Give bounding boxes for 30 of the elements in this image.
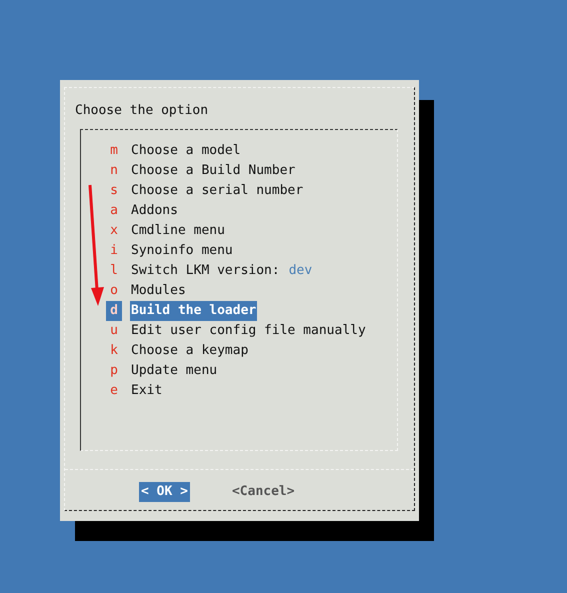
dialog-button[interactable]: <Cancel> bbox=[230, 482, 297, 502]
menu-item[interactable]: Choose a Build Number bbox=[130, 161, 296, 181]
menu-item[interactable]: Exit bbox=[130, 381, 164, 401]
menu-item[interactable]: Choose a serial number bbox=[130, 181, 304, 201]
hotkey: m bbox=[109, 142, 119, 160]
menu-item[interactable]: Switch LKM version: bbox=[130, 261, 281, 281]
hotkey: s bbox=[109, 182, 119, 200]
hotkey: n bbox=[109, 162, 119, 180]
hotkey: o bbox=[109, 282, 119, 300]
hotkey: k bbox=[109, 342, 119, 360]
hotkey: e bbox=[109, 382, 119, 400]
menu-item[interactable]: Synoinfo menu bbox=[130, 241, 234, 261]
hotkey: a bbox=[109, 202, 119, 220]
hotkey: x bbox=[109, 222, 119, 240]
dialog-button[interactable]: < OK > bbox=[139, 482, 190, 502]
menu-item[interactable]: Cmdline menu bbox=[130, 221, 226, 241]
hotkey: u bbox=[109, 322, 119, 340]
menu-item[interactable]: Choose a model bbox=[130, 141, 242, 161]
hotkey: d bbox=[106, 301, 122, 321]
menu-item[interactable]: Update menu bbox=[130, 361, 218, 381]
menu-item[interactable]: Modules bbox=[130, 281, 187, 301]
dialog-title: Choose the option bbox=[74, 102, 208, 120]
hotkey: i bbox=[109, 242, 119, 260]
menu-item[interactable]: Edit user config file manually bbox=[130, 321, 367, 341]
menu-item[interactable]: Build the loader bbox=[130, 301, 258, 321]
hotkey: l bbox=[109, 262, 119, 280]
hotkey: p bbox=[109, 362, 119, 380]
menu-item[interactable]: Addons bbox=[130, 201, 179, 221]
menu-item[interactable]: Choose a keymap bbox=[130, 341, 250, 361]
menu-item-value: dev bbox=[288, 262, 312, 280]
